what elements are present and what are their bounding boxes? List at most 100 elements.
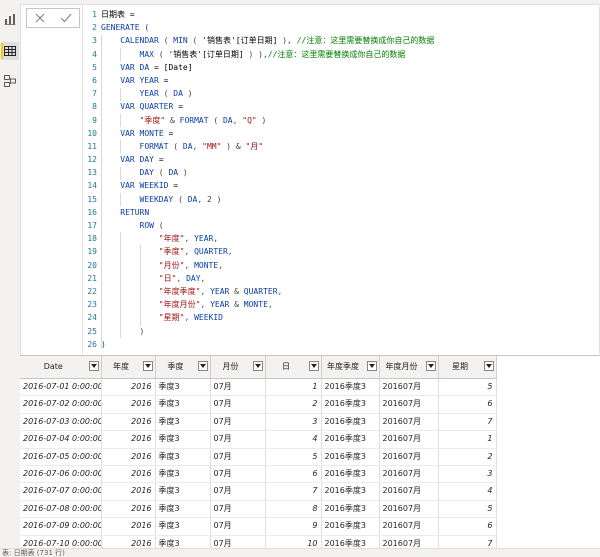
table-cell[interactable]: 201607月 [379,482,439,501]
table-cell[interactable]: 2016 [101,482,156,501]
table-cell[interactable]: 2016 [101,413,156,432]
table-row[interactable]: 2016-07-02 0:00:00 2016 季度3 07月 2 2016季度3 2016… [20,395,497,414]
column-header[interactable]: 日 [265,356,322,379]
column-filter-dropdown-icon[interactable] [366,361,377,371]
table-cell[interactable]: 07月 [210,500,266,519]
table-cell[interactable]: 07月 [210,430,266,449]
table-cell[interactable]: 2016-07-08 0:00:00 [20,500,102,519]
table-cell[interactable]: 5 [438,500,497,519]
table-cell[interactable]: 2016季度3 [321,448,380,467]
table-cell[interactable]: 9 [265,517,322,536]
close-icon[interactable] [31,10,49,26]
table-cell[interactable]: 07月 [210,448,266,467]
table-cell[interactable]: 3 [265,413,322,432]
table-cell[interactable]: 2016 [101,517,156,536]
table-row[interactable]: 2016-07-08 0:00:00 2016 季度3 07月 8 2016季度3 2016… [20,500,497,519]
table-cell[interactable]: 2016季度3 [321,378,380,397]
table-cell[interactable]: 7 [438,535,497,549]
table-row[interactable]: 2016-07-05 0:00:00 2016 季度3 07月 5 2016季度3 2016… [20,448,497,467]
column-filter-dropdown-icon[interactable] [483,361,494,371]
table-cell[interactable]: 2016季度3 [321,430,380,449]
column-header[interactable]: 年度 [101,356,156,379]
table-cell[interactable]: 2016 [101,395,156,414]
table-cell[interactable]: 2 [438,448,497,467]
table-cell[interactable]: 201607月 [379,465,439,484]
table-cell[interactable]: 2016-07-05 0:00:00 [20,448,102,467]
table-cell[interactable]: 2016 [101,448,156,467]
check-icon[interactable] [57,10,75,26]
column-filter-dropdown-icon[interactable] [142,361,153,371]
table-cell[interactable]: 07月 [210,535,266,549]
table-cell[interactable]: 7 [438,413,497,432]
table-cell[interactable]: 201607月 [379,430,439,449]
table-cell[interactable]: 2016-07-10 0:00:00 [20,535,102,549]
table-cell[interactable]: 季度3 [155,448,211,467]
column-header[interactable]: 季度 [155,356,211,379]
table-row[interactable]: 2016-07-10 0:00:00 2016 季度3 07月 10 2016季度3 201… [20,535,497,549]
data-view-icon[interactable] [1,42,19,60]
table-cell[interactable]: 8 [265,500,322,519]
table-cell[interactable]: 2016季度3 [321,395,380,414]
table-row[interactable]: 2016-07-03 0:00:00 2016 季度3 07月 3 2016季度3 2016… [20,413,497,432]
model-view-icon[interactable] [1,72,19,90]
table-cell[interactable]: 201607月 [379,378,439,397]
table-cell[interactable]: 4 [438,482,497,501]
table-cell[interactable]: 201607月 [379,395,439,414]
table-cell[interactable]: 季度3 [155,378,211,397]
table-cell[interactable]: 201607月 [379,413,439,432]
table-cell[interactable]: 季度3 [155,535,211,549]
table-cell[interactable]: 2016 [101,500,156,519]
table-cell[interactable]: 6 [438,517,497,536]
table-cell[interactable]: 季度3 [155,430,211,449]
dax-formula-editor[interactable]: 1 2 3 4 5 6 7 8 9 10 11 12 13 14 15 16 17 18 19 20 21 22 23 24 2… [82,6,600,354]
table-cell[interactable]: 5 [265,448,322,467]
column-filter-dropdown-icon[interactable] [425,361,436,371]
table-cell[interactable]: 季度3 [155,517,211,536]
column-filter-dropdown-icon[interactable] [88,361,99,371]
table-cell[interactable]: 季度3 [155,413,211,432]
table-cell[interactable]: 2016 [101,465,156,484]
table-row[interactable]: 2016-07-04 0:00:00 2016 季度3 07月 4 2016季度3 2016… [20,430,497,449]
table-cell[interactable]: 07月 [210,378,266,397]
table-cell[interactable]: 7 [265,482,322,501]
table-cell[interactable]: 2016-07-07 0:00:00 [20,482,102,501]
table-cell[interactable]: 2016 [101,535,156,549]
column-header[interactable]: Date [20,356,102,379]
table-cell[interactable]: 2016 [101,378,156,397]
table-cell[interactable]: 2016 [101,430,156,449]
table-cell[interactable]: 6 [265,465,322,484]
table-cell[interactable]: 1 [265,378,322,397]
table-cell[interactable]: 6 [438,395,497,414]
table-row[interactable]: 2016-07-07 0:00:00 2016 季度3 07月 7 2016季度3 2016… [20,482,497,501]
column-filter-dropdown-icon[interactable] [197,361,208,371]
column-filter-dropdown-icon[interactable] [308,361,319,371]
table-cell[interactable]: 2016-07-02 0:00:00 [20,395,102,414]
table-cell[interactable]: 201607月 [379,500,439,519]
table-cell[interactable]: 2016季度3 [321,465,380,484]
table-cell[interactable]: 2016-07-01 0:00:00 [20,378,102,397]
table-cell[interactable]: 5 [438,378,497,397]
table-cell[interactable]: 07月 [210,517,266,536]
table-cell[interactable]: 季度3 [155,465,211,484]
table-cell[interactable]: 2016-07-04 0:00:00 [20,430,102,449]
table-cell[interactable]: 2016季度3 [321,413,380,432]
table-cell[interactable]: 07月 [210,413,266,432]
table-cell[interactable]: 2016季度3 [321,500,380,519]
table-cell[interactable]: 07月 [210,482,266,501]
column-header[interactable]: 年度季度 [321,356,380,379]
table-cell[interactable]: 1 [438,430,497,449]
table-cell[interactable]: 2016-07-03 0:00:00 [20,413,102,432]
table-cell[interactable]: 2016季度3 [321,517,380,536]
table-cell[interactable]: 4 [265,430,322,449]
table-cell[interactable]: 季度3 [155,500,211,519]
table-cell[interactable]: 2016季度3 [321,482,380,501]
table-cell[interactable]: 201607月 [379,517,439,536]
table-row[interactable]: 2016-07-09 0:00:00 2016 季度3 07月 9 2016季度3 2016… [20,517,497,536]
table-row[interactable]: 2016-07-06 0:00:00 2016 季度3 07月 6 2016季度3 2016… [20,465,497,484]
table-cell[interactable]: 2016-07-06 0:00:00 [20,465,102,484]
table-row[interactable]: 2016-07-01 0:00:00 2016 季度3 07月 1 2016季度3 2016… [20,378,497,397]
column-header[interactable]: 星期 [438,356,497,379]
table-cell[interactable]: 07月 [210,395,266,414]
table-cell[interactable]: 2 [265,395,322,414]
table-cell[interactable]: 10 [265,535,322,549]
